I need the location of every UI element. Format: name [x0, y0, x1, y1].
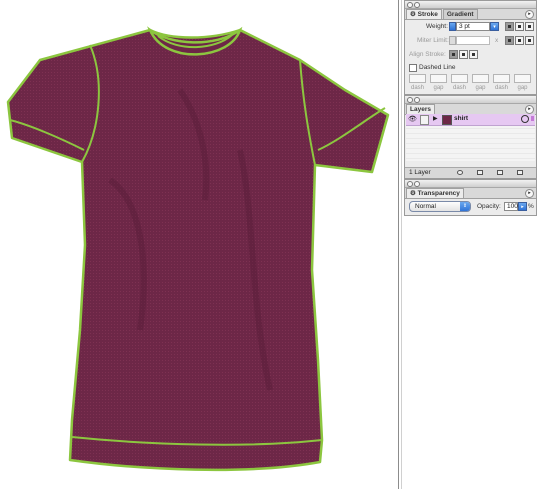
- align-inside-icon[interactable]: [459, 50, 468, 59]
- miter-unit: x: [495, 37, 499, 44]
- shirt-body: [6, 28, 390, 472]
- dashed-line-label: Dashed Line: [419, 64, 456, 71]
- layer-row-shirt[interactable]: 👁 ▶ shirt: [406, 114, 535, 126]
- miter-join-icon[interactable]: [505, 36, 514, 45]
- gap-field-3[interactable]: [514, 74, 531, 83]
- panel-menu-icon[interactable]: ▸: [525, 10, 534, 19]
- stroke-panel-tabs: ⚙ Stroke Gradient ▸: [405, 9, 536, 20]
- panel-menu-icon[interactable]: ▸: [525, 189, 534, 198]
- butt-cap-icon[interactable]: [505, 22, 514, 31]
- chevron-down-icon: ⇕: [460, 202, 470, 211]
- visibility-eye-icon[interactable]: 👁: [408, 115, 417, 123]
- align-outside-icon[interactable]: [469, 50, 478, 59]
- close-icon[interactable]: [407, 181, 413, 187]
- dash-field-1[interactable]: [409, 74, 426, 83]
- close-icon[interactable]: [407, 2, 413, 8]
- collapse-icon[interactable]: [414, 181, 420, 187]
- miter-stepper[interactable]: [449, 36, 456, 45]
- lock-toggle[interactable]: [420, 115, 429, 125]
- round-join-icon[interactable]: [515, 36, 524, 45]
- dash-label-2: dash: [452, 85, 466, 91]
- transparency-panel: ⚙ Transparency ▸ Normal ⇕ Opacity: 100 ▸…: [404, 179, 537, 216]
- layer-count: 1 Layer: [409, 169, 431, 176]
- gap-label-2: gap: [475, 85, 486, 91]
- miter-input[interactable]: [456, 36, 490, 45]
- opacity-unit: %: [528, 203, 534, 210]
- weight-stepper[interactable]: [449, 22, 456, 31]
- miter-limit-label: Miter Limit:: [417, 37, 449, 44]
- align-stroke-label: Align Stroke:: [409, 51, 446, 58]
- dash-field-2[interactable]: [451, 74, 468, 83]
- tab-transparency[interactable]: ⚙ Transparency: [406, 188, 464, 198]
- gap-field-1[interactable]: [430, 74, 447, 83]
- new-sublayer-icon[interactable]: [477, 170, 483, 175]
- transparency-panel-tabs: ⚙ Transparency ▸: [405, 188, 536, 199]
- projecting-cap-icon[interactable]: [525, 22, 534, 31]
- tshirt-illustration[interactable]: [0, 0, 398, 489]
- layers-panel: Layers ▸ 👁 ▶ shirt 1 Layer: [404, 95, 537, 179]
- blend-mode-value: Normal: [415, 203, 436, 210]
- align-center-icon[interactable]: [449, 50, 458, 59]
- weight-label: Weight:: [426, 23, 448, 30]
- stroke-panel: ⚙ Stroke Gradient ▸ Weight: 3 pt ▾ Miter…: [404, 0, 537, 95]
- target-circle-icon[interactable]: [521, 115, 529, 123]
- layer-thumbnail: [442, 115, 452, 125]
- tab-stroke[interactable]: ⚙ Stroke: [406, 9, 442, 19]
- dash-label-3: dash: [494, 85, 508, 91]
- transparency-panel-titlebar[interactable]: [405, 180, 536, 188]
- round-cap-icon[interactable]: [515, 22, 524, 31]
- stroke-panel-titlebar[interactable]: [405, 1, 536, 9]
- gap-label-1: gap: [433, 85, 444, 91]
- selection-indicator: [531, 116, 534, 121]
- workspace-divider-shadow: [401, 0, 402, 489]
- weight-dropdown-icon[interactable]: ▾: [490, 22, 499, 31]
- collapse-icon[interactable]: [414, 2, 420, 8]
- panel-menu-icon[interactable]: ▸: [525, 105, 534, 114]
- expand-triangle-icon[interactable]: ▶: [433, 115, 438, 122]
- dashed-line-checkbox[interactable]: [409, 64, 417, 72]
- layers-footer: 1 Layer: [405, 167, 536, 178]
- gap-label-3: gap: [517, 85, 528, 91]
- opacity-label: Opacity:: [477, 203, 501, 210]
- trash-icon[interactable]: [517, 170, 523, 175]
- opacity-input[interactable]: 100: [504, 202, 518, 211]
- opacity-dropdown-icon[interactable]: ▸: [518, 202, 527, 211]
- close-icon[interactable]: [407, 97, 413, 103]
- artboard-canvas[interactable]: [0, 0, 398, 489]
- tab-layers[interactable]: Layers: [406, 104, 435, 114]
- tab-gradient[interactable]: Gradient: [442, 9, 478, 19]
- bevel-join-icon[interactable]: [525, 36, 534, 45]
- make-clipping-mask-icon[interactable]: [457, 170, 463, 175]
- new-layer-icon[interactable]: [497, 170, 503, 175]
- workspace-divider: [398, 0, 399, 489]
- dash-field-3[interactable]: [493, 74, 510, 83]
- collapse-icon[interactable]: [414, 97, 420, 103]
- layer-name[interactable]: shirt: [454, 115, 468, 122]
- weight-input[interactable]: 3 pt: [456, 22, 490, 31]
- dash-label-1: dash: [410, 85, 424, 91]
- gap-field-2[interactable]: [472, 74, 489, 83]
- layers-panel-titlebar[interactable]: [405, 96, 536, 104]
- blend-mode-select[interactable]: Normal ⇕: [409, 201, 471, 212]
